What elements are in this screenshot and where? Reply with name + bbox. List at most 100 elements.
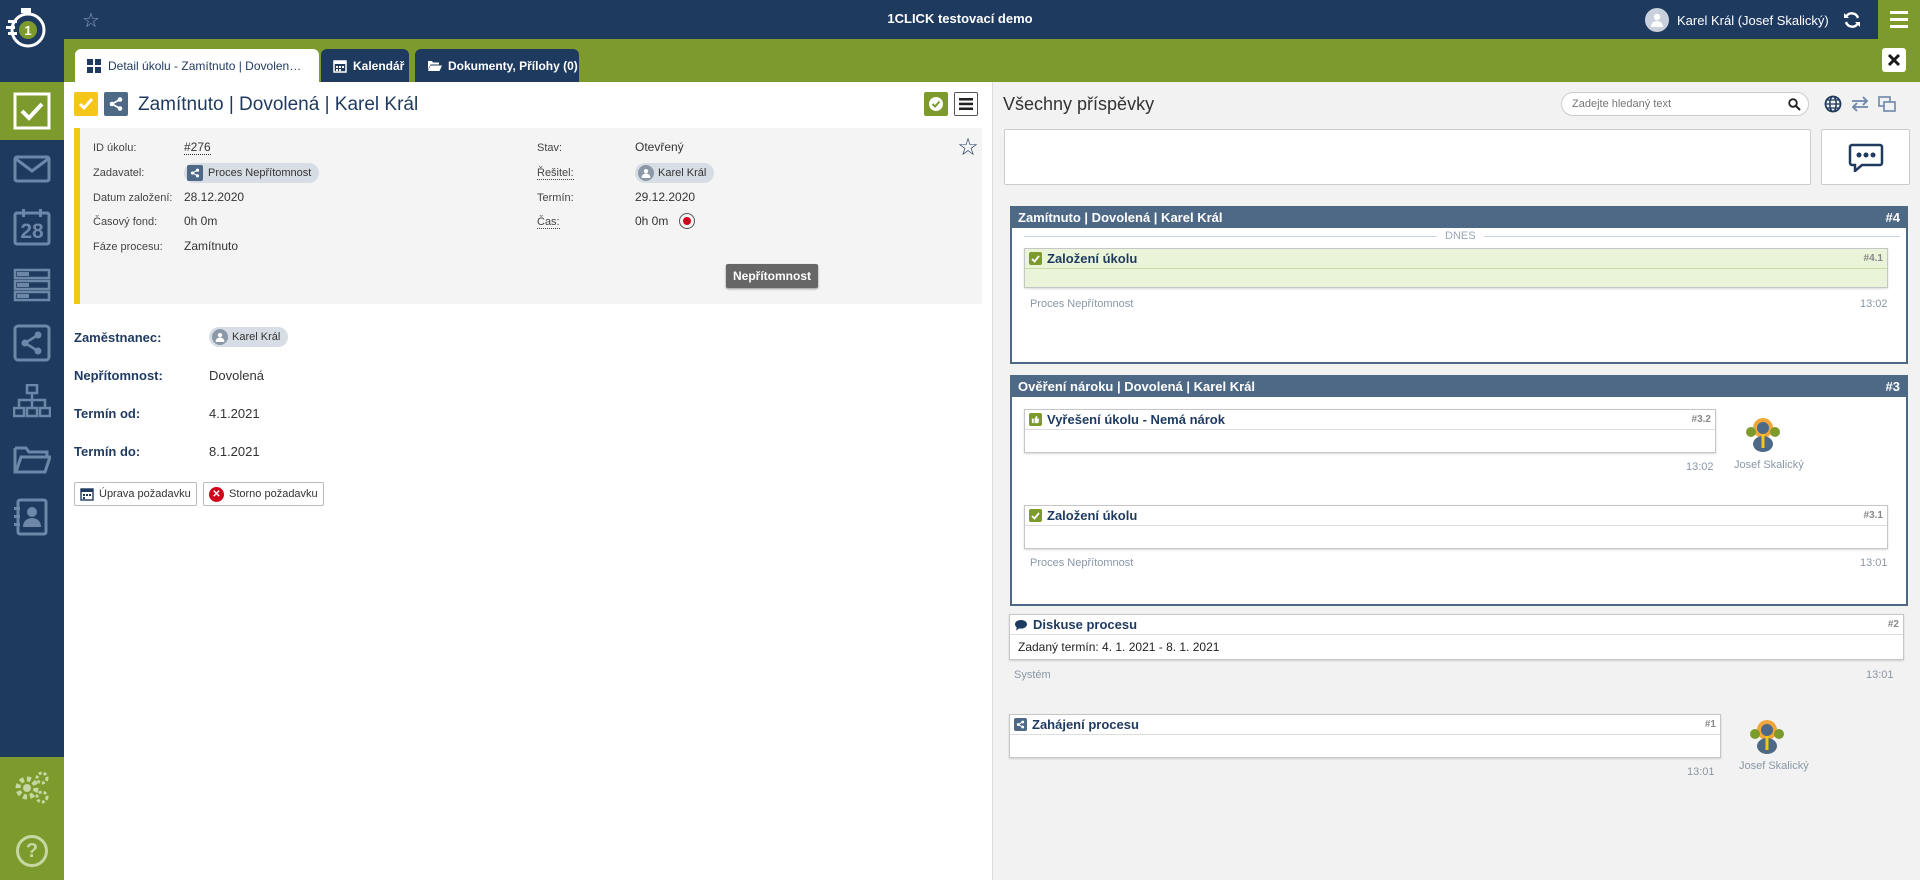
sidebar-item-list[interactable] xyxy=(0,256,64,314)
author-name: Josef Skalický xyxy=(1739,760,1809,772)
tab-documents[interactable]: Dokumenty, Přílohy (0) xyxy=(415,49,579,82)
app-logo[interactable]: 1 xyxy=(6,6,46,50)
speech-bubble-icon xyxy=(1014,619,1028,631)
org-chart-icon xyxy=(13,384,51,418)
post-number: #3.1 xyxy=(1863,510,1883,521)
process-type-icon xyxy=(104,92,128,116)
send-post-button[interactable] xyxy=(1821,129,1910,185)
group-title: Zamítnuto | Dovolená | Karel Král xyxy=(1018,209,1223,225)
time-fund-value: 0h 0m xyxy=(184,214,218,228)
task-id-link[interactable]: #276 xyxy=(184,140,211,155)
checkbox-checked-icon xyxy=(1029,252,1042,265)
discussion-card[interactable]: Diskuse procesu #2 Zadaný termín: 4. 1. 2… xyxy=(1009,614,1904,660)
post-group-header[interactable]: Zamítnuto | Dovolená | Karel Král #4 xyxy=(1012,206,1906,228)
tab-label: Kalendář xyxy=(353,58,405,73)
contacts-icon xyxy=(14,498,48,536)
group-title: Ověření nároku | Dovolená | Karel Král xyxy=(1018,378,1256,394)
posts-title: Všechny příspěvky xyxy=(1003,94,1155,114)
globe-icon[interactable] xyxy=(1823,94,1843,114)
tab-calendar[interactable]: Kalendář xyxy=(321,49,409,82)
absence-value: Dovolená xyxy=(209,368,264,383)
label-time-fund: Časový fond: xyxy=(93,216,158,228)
post-time: 13:01 xyxy=(1687,766,1715,778)
tab-bar: Detail úkolu - Zamítnuto | Dovolená ... … xyxy=(64,39,1920,82)
menu-button[interactable] xyxy=(954,92,978,116)
date-separator-label: DNES xyxy=(1437,230,1484,242)
sidebar-item-tasks[interactable] xyxy=(0,82,64,140)
label-requester: Zadavatel: xyxy=(93,167,145,179)
sidebar-item-process[interactable] xyxy=(0,314,64,372)
folder-icon xyxy=(13,446,51,474)
edit-request-button[interactable]: Úprava požadavku xyxy=(74,482,197,506)
post-number: #1 xyxy=(1704,719,1716,730)
sidebar-item-mail[interactable] xyxy=(0,140,64,198)
field-label-absence: Nepřítomnost: xyxy=(74,368,163,383)
help-icon[interactable]: ? xyxy=(16,835,48,867)
state-value: Otevřený xyxy=(635,140,684,154)
calendar-icon xyxy=(80,488,94,501)
search-icon[interactable] xyxy=(1788,98,1801,111)
cancel-request-button[interactable]: ✕ Storno požadavku xyxy=(203,482,324,506)
post-title: Založení úkolu xyxy=(1047,251,1138,266)
process-start-card[interactable]: Zahájení procesu #1 xyxy=(1009,714,1721,758)
post-title: Vyřešení úkolu - Nemá nárok xyxy=(1047,412,1225,427)
post-card[interactable]: Založení úkolu #4.1 xyxy=(1024,248,1888,288)
author-avatar xyxy=(1745,714,1789,758)
process-icon xyxy=(1014,718,1027,731)
group-number: #4 xyxy=(1885,209,1900,225)
task-detail-pane: Zamítnuto | Dovolená | Karel Král ID úko… xyxy=(64,82,992,880)
post-title: Zahájení procesu xyxy=(1032,717,1139,732)
tab-task-detail[interactable]: Detail úkolu - Zamítnuto | Dovolená ... xyxy=(75,49,319,82)
person-icon xyxy=(638,165,654,181)
sidebar-item-calendar[interactable]: 28 xyxy=(0,198,64,256)
solver-chip[interactable]: Karel Král xyxy=(635,163,715,183)
employee-chip[interactable]: Karel Král xyxy=(209,327,289,347)
ganesha-avatar-icon xyxy=(1746,418,1780,452)
mail-icon xyxy=(13,155,51,183)
post-time: 13:01 xyxy=(1860,557,1888,569)
process-icon xyxy=(13,324,51,362)
ganesha-avatar-icon xyxy=(1750,720,1784,754)
list-icon xyxy=(13,268,51,302)
main-menu-button[interactable] xyxy=(1878,0,1920,39)
discussion-body: Zadaný termín: 4. 1. 2021 - 8. 1. 2021 xyxy=(1018,640,1220,654)
user-avatar-icon xyxy=(1645,8,1669,32)
sidebar-item-folder[interactable] xyxy=(0,430,64,488)
folder-open-icon xyxy=(427,59,442,72)
thumbs-up-icon xyxy=(1029,413,1042,426)
cancel-request-label: Storno požadavku xyxy=(229,488,318,500)
refresh-icon[interactable] xyxy=(1840,8,1864,32)
task-info-panel: ID úkolu: #276 Zadavatel: Proces Nepříto… xyxy=(74,128,982,304)
record-timer-icon[interactable] xyxy=(679,213,695,229)
task-title: Zamítnuto | Dovolená | Karel Král xyxy=(138,94,419,115)
label-task-id: ID úkolu: xyxy=(93,142,137,154)
post-title: Založení úkolu xyxy=(1047,508,1138,523)
post-card[interactable]: Založení úkolu #3.1 xyxy=(1024,505,1888,549)
search-box[interactable] xyxy=(1561,92,1809,116)
search-input[interactable] xyxy=(1572,96,1772,112)
complete-button[interactable] xyxy=(924,92,948,116)
user-name: Karel Král (Josef Skalický) xyxy=(1677,12,1829,28)
windows-icon[interactable] xyxy=(1877,94,1897,114)
time-value: 0h 0m xyxy=(635,214,669,228)
post-card[interactable]: Vyřešení úkolu - Nemá nárok #3.2 xyxy=(1024,409,1716,453)
sort-arrows-icon[interactable] xyxy=(1850,94,1870,114)
star-icon[interactable]: ☆ xyxy=(956,134,980,161)
user-menu[interactable]: Karel Král (Josef Skalický) xyxy=(1645,7,1829,33)
grid-icon xyxy=(87,58,101,73)
post-group-header[interactable]: Ověření nároku | Dovolená | Karel Král #3 xyxy=(1012,375,1906,397)
new-post-textarea[interactable] xyxy=(1004,129,1811,185)
close-icon[interactable] xyxy=(1882,48,1906,72)
sidebar-item-contacts[interactable] xyxy=(0,488,64,546)
label-phase: Fáze procesu: xyxy=(93,241,163,253)
post-title: Diskuse procesu xyxy=(1033,617,1138,632)
requester-chip[interactable]: Proces Nepřítomnost xyxy=(184,163,320,183)
employee-name: Karel Král xyxy=(232,331,281,343)
post-author: Systém xyxy=(1014,669,1051,681)
date-to-value: 8.1.2021 xyxy=(209,444,260,459)
post-number: #3.2 xyxy=(1691,414,1711,425)
app-title: 1CLICK testovací demo xyxy=(887,11,1033,26)
settings-icon[interactable] xyxy=(14,769,50,805)
post-group: Zamítnuto | Dovolená | Karel Král #4 DNES… xyxy=(1010,206,1908,364)
sidebar-item-org-chart[interactable] xyxy=(0,372,64,430)
